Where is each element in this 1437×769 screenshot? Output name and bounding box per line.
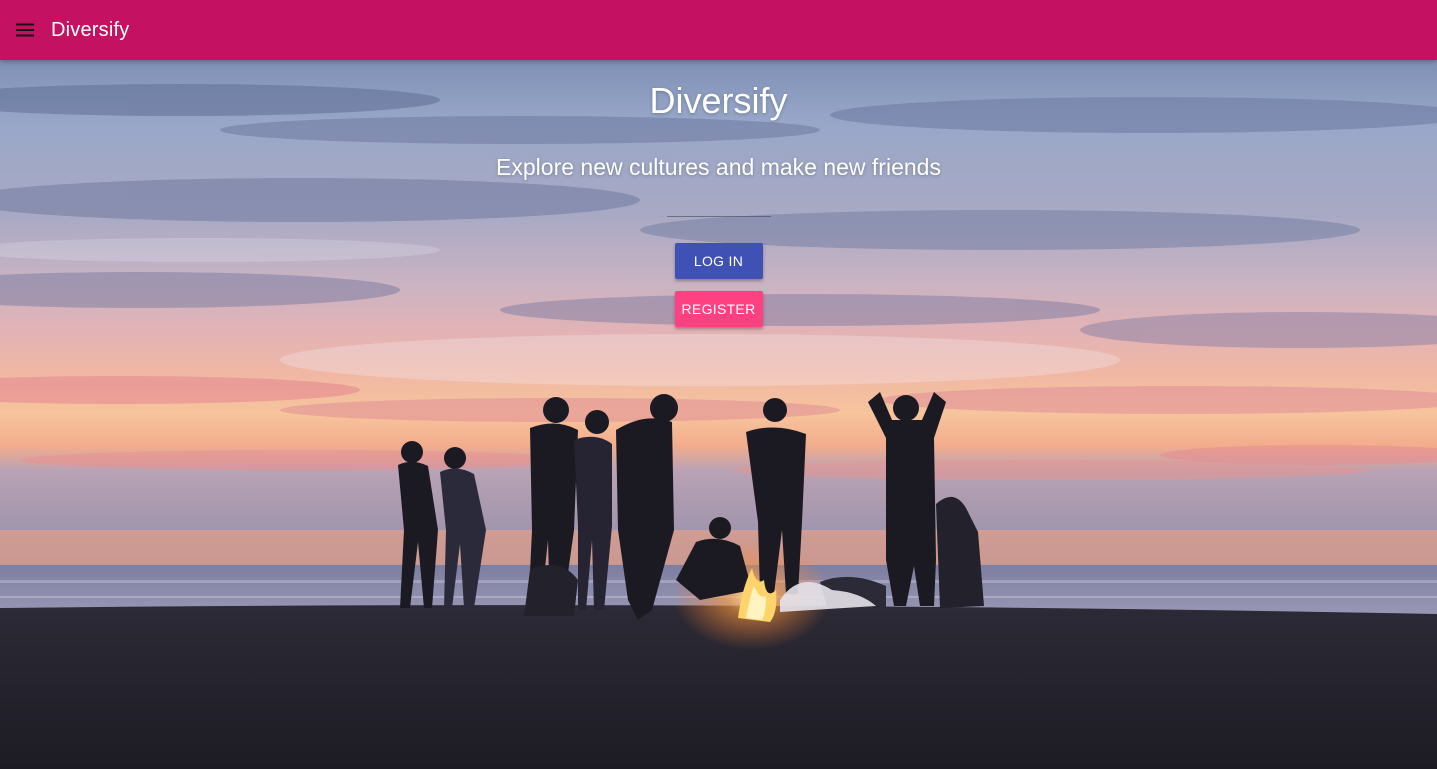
hamburger-menu-icon	[16, 23, 34, 37]
landing-page: Diversify Diversify Explore new cultures…	[0, 0, 1437, 769]
hero-tagline: Explore new cultures and make new friend…	[496, 154, 941, 180]
menu-button[interactable]	[1, 6, 49, 54]
hero-title: Diversify	[649, 80, 788, 121]
app-title: Diversify	[51, 18, 130, 41]
hero-content: Diversify Explore new cultures and make …	[0, 60, 1437, 327]
login-button[interactable]: LOG IN	[674, 243, 763, 279]
app-bar: Diversify	[0, 0, 1437, 60]
register-button[interactable]: REGISTER	[674, 291, 763, 327]
hero-divider	[666, 216, 771, 217]
